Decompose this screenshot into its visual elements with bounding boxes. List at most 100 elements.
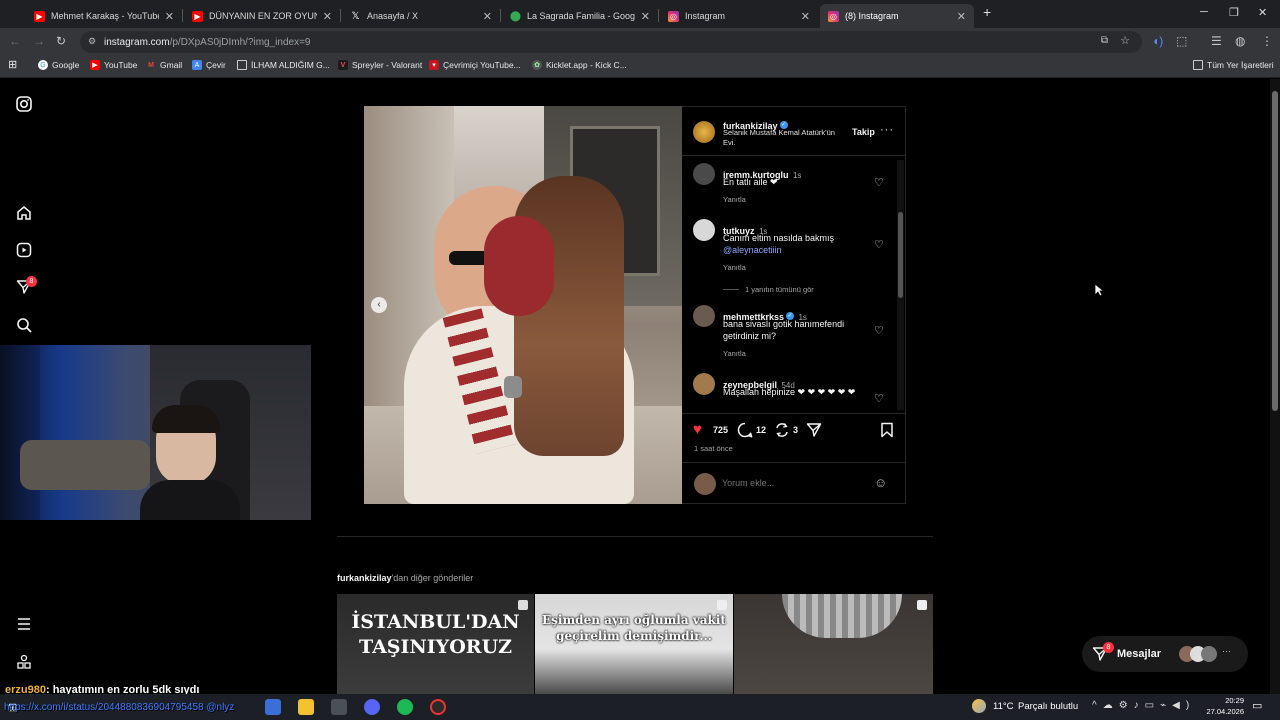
- comment-icon[interactable]: [737, 422, 753, 443]
- kicklet-icon: ✿: [532, 60, 542, 70]
- tab-instagram[interactable]: ◎ Instagram ✕: [660, 4, 818, 28]
- bookmark-google[interactable]: G Google: [38, 60, 79, 70]
- more-menu-icon[interactable]: [15, 615, 33, 633]
- more-post-thumbnail[interactable]: İSTANBUL'DAN TAŞINIYORUZ: [337, 594, 534, 694]
- home-icon[interactable]: [15, 204, 33, 222]
- weather-temperature[interactable]: 11°C: [993, 701, 1014, 712]
- commenter-avatar[interactable]: [693, 219, 715, 241]
- close-icon[interactable]: ✕: [483, 10, 492, 23]
- comment-mention[interactable]: @aleynacetiiin: [723, 244, 782, 256]
- reply-button[interactable]: Yanıtla: [723, 195, 746, 204]
- post-location[interactable]: Selanik Mustafa Kemal Atatürk'ün Evi.: [723, 128, 847, 148]
- more-posts-username[interactable]: furkankizilay: [337, 573, 392, 583]
- also-from-meta-icon[interactable]: [15, 653, 33, 671]
- forward-icon[interactable]: →: [33, 34, 45, 48]
- divider: [682, 155, 906, 156]
- comment-like-icon[interactable]: ♡: [874, 392, 884, 405]
- new-tab-icon[interactable]: +: [983, 4, 991, 20]
- app-icon[interactable]: [331, 699, 347, 715]
- bookmark-valorant[interactable]: V Spreyler - Valorant: [338, 60, 422, 70]
- gmail-icon: M: [148, 61, 154, 69]
- share-icon[interactable]: [806, 422, 822, 443]
- menu-icon[interactable]: ⋮: [1261, 34, 1273, 48]
- author-avatar[interactable]: [693, 121, 715, 143]
- commenter-avatar[interactable]: [693, 305, 715, 327]
- file-explorer-icon[interactable]: [298, 699, 314, 715]
- notifications-icon[interactable]: ▭: [1252, 699, 1262, 712]
- weather-icon[interactable]: [972, 699, 986, 713]
- reel-icon: [717, 600, 727, 610]
- media-icon[interactable]: ☰: [1211, 34, 1222, 48]
- more-post-thumbnail[interactable]: Eşimden ayrı oğlumla vakit geçirelim dem…: [535, 594, 733, 694]
- follow-button[interactable]: Takip: [852, 127, 875, 137]
- bookmark-star-icon[interactable]: ☆: [1120, 34, 1130, 47]
- comment-count[interactable]: 12: [756, 425, 766, 435]
- tab-mehmet-youtube[interactable]: ▶ Mehmet Karakaş - YouTube ✕: [26, 4, 182, 28]
- bookmark-youtube[interactable]: ▶ YouTube: [90, 60, 137, 70]
- instagram-logo-icon[interactable]: [15, 95, 33, 113]
- tab-dunyanin-youtube[interactable]: ▶ DÜNYANIN EN ZOR OYUNU!! | ✕: [184, 4, 340, 28]
- search-icon[interactable]: [15, 316, 33, 334]
- system-tray-icons[interactable]: ^☁⚙♪▭⌁◀): [1092, 700, 1195, 711]
- address-bar[interactable]: ⚙ instagram.com/p/DXpAS0jDImh/?img_index…: [80, 31, 1142, 53]
- close-icon[interactable]: ✕: [957, 10, 966, 23]
- close-icon[interactable]: ✕: [801, 10, 810, 23]
- bookmark-kicklet[interactable]: ✿ Kicklet.app - Kick C...: [532, 60, 627, 70]
- reload-icon[interactable]: ↻: [56, 34, 66, 48]
- commenter-avatar[interactable]: [693, 163, 715, 185]
- clock-date[interactable]: 27.04.2026: [1202, 707, 1244, 716]
- comments-scrollbar[interactable]: [897, 160, 904, 410]
- voice-extension-icon[interactable]: ◖): [1152, 34, 1163, 48]
- commenter-avatar[interactable]: [693, 373, 715, 395]
- site-info-icon[interactable]: ⚙: [88, 36, 96, 47]
- clock-time[interactable]: 20:29: [1202, 696, 1244, 705]
- comment-input[interactable]: [722, 475, 862, 491]
- spotify-icon[interactable]: [397, 699, 413, 715]
- like-icon[interactable]: ♥: [693, 421, 702, 438]
- previous-slide-button[interactable]: ‹: [371, 297, 387, 313]
- messages-button[interactable]: 8 Mesajlar ···: [1082, 636, 1248, 672]
- reply-button[interactable]: Yanıtla: [723, 263, 746, 272]
- reels-icon[interactable]: [15, 241, 33, 259]
- bookmark-folder-ilham[interactable]: İLHAM ALDIĞIM G...: [237, 60, 330, 70]
- restore-icon[interactable]: ❐: [1229, 6, 1239, 19]
- folder-icon: [237, 60, 247, 70]
- page-scrollbar[interactable]: [1270, 79, 1280, 694]
- tab-google-maps[interactable]: ⬤ La Sagrada Familia - Google Ha ✕: [502, 4, 658, 28]
- close-icon[interactable]: ✕: [323, 10, 332, 23]
- save-icon[interactable]: [880, 422, 894, 443]
- tool-icon: ▾: [429, 60, 439, 70]
- bookmark-gmail[interactable]: M Gmail: [146, 60, 182, 70]
- tab-instagram-active[interactable]: ◎ (8) Instagram ✕: [820, 4, 974, 28]
- like-count[interactable]: 725: [713, 425, 728, 435]
- more-post-thumbnail[interactable]: [734, 594, 933, 694]
- more-options-icon[interactable]: ···: [880, 124, 894, 136]
- reply-button[interactable]: Yanıtla: [723, 349, 746, 358]
- obs-icon[interactable]: [430, 699, 446, 715]
- emoji-icon[interactable]: ☺: [874, 475, 887, 490]
- chrome-icon[interactable]: [265, 699, 281, 715]
- window-close-icon[interactable]: ✕: [1258, 6, 1267, 19]
- back-icon[interactable]: ←: [9, 34, 21, 48]
- comment-like-icon[interactable]: ♡: [874, 176, 884, 189]
- bookmark-online-youtube[interactable]: ▾ Çevrimiçi YouTube...: [429, 60, 521, 70]
- all-bookmarks[interactable]: Tüm Yer İşaretleri: [1193, 60, 1274, 70]
- close-icon[interactable]: ✕: [641, 10, 650, 23]
- install-app-icon[interactable]: ⧉: [1101, 35, 1108, 46]
- discord-icon[interactable]: [364, 699, 380, 715]
- weather-description[interactable]: Parçalı bulutlu: [1018, 701, 1078, 712]
- post-image[interactable]: [364, 106, 682, 504]
- thumbnail-caption: Eşimden ayrı oğlumla vakit geçirelim dem…: [542, 613, 726, 643]
- profile-icon[interactable]: ◍: [1235, 34, 1245, 48]
- extensions-icon[interactable]: ⬚: [1176, 34, 1187, 48]
- comment-like-icon[interactable]: ♡: [874, 324, 884, 337]
- repost-count[interactable]: 3: [793, 425, 798, 435]
- tab-x-home[interactable]: 𝕏 Anasayfa / X ✕: [342, 4, 500, 28]
- bookmark-translate[interactable]: A Çevir: [192, 60, 226, 70]
- apps-grid-icon[interactable]: ⊞: [8, 58, 17, 71]
- close-icon[interactable]: ✕: [165, 10, 174, 23]
- comment-like-icon[interactable]: ♡: [874, 238, 884, 251]
- view-replies-button[interactable]: 1 yanıtın tümünü gör: [745, 285, 814, 294]
- repost-icon[interactable]: [774, 422, 790, 443]
- minimize-icon[interactable]: ─: [1200, 6, 1208, 18]
